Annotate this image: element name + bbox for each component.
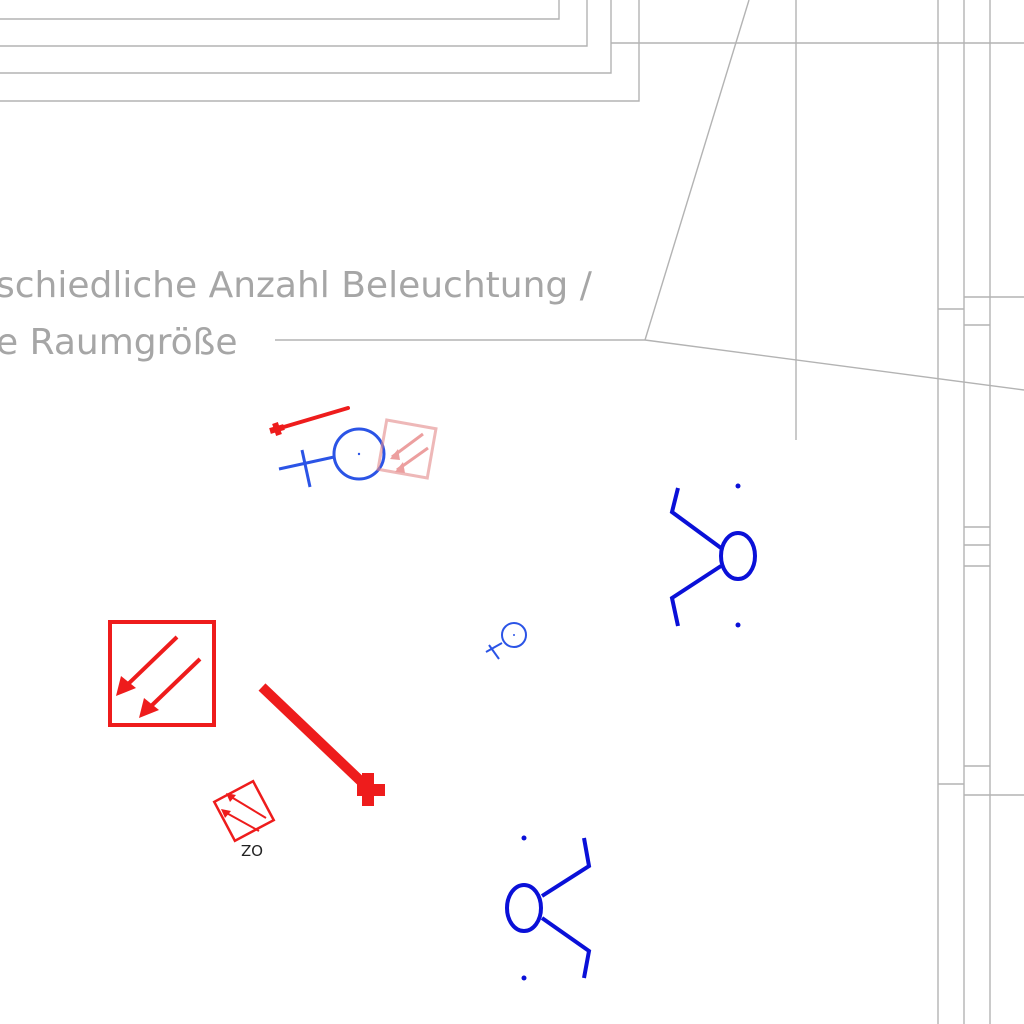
fire-extinguisher-line-icon bbox=[269, 406, 350, 436]
fire-extinguisher-line-icon bbox=[258, 683, 385, 806]
small-lighting-outlet-icon bbox=[485, 622, 527, 660]
annotation-line-2: e Raumgröße bbox=[0, 322, 237, 363]
escape-sign-tag: OZ bbox=[241, 841, 263, 859]
wall-outline-right bbox=[937, 0, 1024, 1024]
annotation-line-1: schiedliche Anzahl Beleuchtung / bbox=[0, 265, 593, 306]
slanted-wall bbox=[644, 0, 1024, 391]
wall-outline-top-left bbox=[0, 0, 640, 102]
escape-route-sign-icon bbox=[376, 418, 438, 480]
socket-outlet-icon bbox=[505, 835, 592, 981]
escape-route-sign-icon bbox=[212, 779, 276, 843]
floor-plan-canvas: schiedliche Anzahl Beleuchtung / e Raumg… bbox=[0, 0, 1024, 1024]
escape-route-sign-icon bbox=[108, 620, 216, 727]
socket-outlet-icon bbox=[669, 483, 757, 628]
lighting-outlet-icon bbox=[278, 427, 386, 488]
